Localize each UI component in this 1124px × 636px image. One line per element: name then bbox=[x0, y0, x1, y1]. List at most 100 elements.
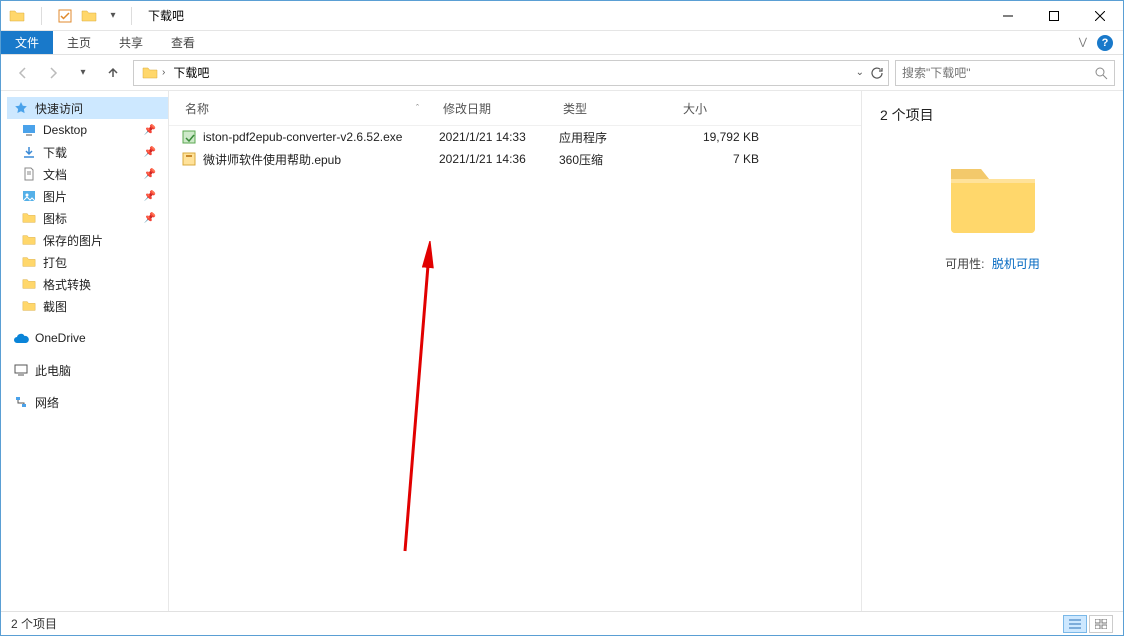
view-icons-button[interactable] bbox=[1089, 615, 1113, 633]
tab-view[interactable]: 查看 bbox=[157, 31, 209, 54]
sidebar-item-label: 截图 bbox=[43, 298, 67, 315]
sidebar-item-label: 下载 bbox=[43, 144, 67, 161]
collapse-ribbon-icon[interactable]: ⋁ bbox=[1079, 37, 1087, 48]
sidebar-item[interactable]: 文档 📌 bbox=[7, 163, 168, 185]
sidebar: 快速访问 Desktop 📌 下载 📌 文档 📌 图片📌图标📌 保存的图片打包格式转换截图 O… bbox=[1, 91, 169, 611]
nav-back-button[interactable] bbox=[9, 60, 37, 86]
folder-icon bbox=[21, 166, 37, 182]
file-row[interactable]: iston-pdf2epub-converter-v2.6.52.exe2021… bbox=[169, 126, 861, 148]
file-icon bbox=[181, 129, 197, 145]
help-icon[interactable]: ? bbox=[1097, 35, 1113, 51]
breadcrumb-root-icon[interactable]: › bbox=[138, 65, 169, 81]
sidebar-item-label: Desktop bbox=[43, 123, 87, 137]
file-row[interactable]: 微讲师软件使用帮助.epub 2021/1/21 14:36360压缩7 KB bbox=[169, 148, 861, 170]
sidebar-item[interactable]: 截图 bbox=[7, 295, 168, 317]
breadcrumb-label: 下载吧 bbox=[173, 64, 209, 81]
maximize-button[interactable] bbox=[1031, 1, 1077, 31]
search-input[interactable] bbox=[902, 66, 1094, 80]
address-bar[interactable]: › 下载吧 ⌄ bbox=[133, 60, 889, 86]
availability-label: 可用性: bbox=[945, 257, 984, 271]
sidebar-item-label: 快速访问 bbox=[35, 100, 83, 117]
search-box[interactable] bbox=[895, 60, 1115, 86]
status-text: 2 个项目 bbox=[11, 615, 57, 632]
sidebar-item[interactable]: 保存的图片 bbox=[7, 229, 168, 251]
nav-up-button[interactable] bbox=[99, 60, 127, 86]
col-name[interactable]: 名称ˆ bbox=[181, 97, 439, 119]
sidebar-quick-access[interactable]: 快速访问 bbox=[7, 97, 168, 119]
window-title: 下载吧 bbox=[148, 7, 184, 24]
pin-icon: 📌 bbox=[144, 125, 156, 136]
folder-icon bbox=[21, 144, 37, 160]
sidebar-item-label: 保存的图片 bbox=[43, 232, 103, 249]
sidebar-item[interactable]: 图片📌 bbox=[7, 185, 168, 207]
view-details-button[interactable] bbox=[1063, 615, 1087, 633]
file-name: 微讲师软件使用帮助.epub bbox=[203, 151, 341, 168]
file-size: 19,792 KB bbox=[679, 130, 769, 144]
minimize-button[interactable] bbox=[985, 1, 1031, 31]
pin-icon: 📌 bbox=[144, 147, 156, 158]
sidebar-item-label: OneDrive bbox=[35, 331, 86, 345]
nav-row: ▾ › 下载吧 ⌄ bbox=[1, 55, 1123, 91]
sidebar-item[interactable]: 下载 📌 bbox=[7, 141, 168, 163]
body: 快速访问 Desktop 📌 下载 📌 文档 📌 图片📌图标📌 保存的图片打包格式转换截图 O… bbox=[1, 91, 1123, 611]
folder-icon bbox=[21, 210, 37, 226]
sidebar-item-label: 网络 bbox=[35, 394, 59, 411]
qat-dropdown-icon[interactable]: ▾ bbox=[103, 6, 123, 26]
titlebar: ▾ 下载吧 bbox=[1, 1, 1123, 31]
onedrive-icon bbox=[13, 330, 29, 346]
pin-icon: 📌 bbox=[144, 169, 156, 180]
window-controls bbox=[985, 1, 1123, 31]
sort-indicator-icon: ˆ bbox=[416, 103, 419, 113]
folder-icon bbox=[21, 122, 37, 138]
preview-count: 2 个项目 bbox=[880, 105, 934, 125]
ribbon: 文件 主页 共享 查看 ⋁ ? bbox=[1, 31, 1123, 55]
sidebar-network[interactable]: 网络 bbox=[7, 391, 168, 413]
column-headers: 名称ˆ 修改日期 类型 大小 bbox=[169, 91, 861, 126]
tab-home[interactable]: 主页 bbox=[53, 31, 105, 54]
sidebar-onedrive[interactable]: OneDrive bbox=[7, 327, 168, 349]
breadcrumb-segment[interactable]: 下载吧 bbox=[169, 64, 213, 81]
file-size: 7 KB bbox=[679, 152, 769, 166]
network-icon bbox=[13, 394, 29, 410]
file-name: iston-pdf2epub-converter-v2.6.52.exe bbox=[203, 130, 402, 144]
nav-recent-dropdown[interactable]: ▾ bbox=[69, 60, 97, 86]
sidebar-item-label: 格式转换 bbox=[43, 276, 91, 293]
file-icon bbox=[181, 151, 197, 167]
sidebar-item[interactable]: Desktop 📌 bbox=[7, 119, 168, 141]
col-type[interactable]: 类型 bbox=[559, 97, 679, 119]
sidebar-item-label: 文档 bbox=[43, 166, 67, 183]
view-switcher bbox=[1063, 615, 1113, 633]
checkbox-icon[interactable] bbox=[55, 6, 75, 26]
nav-arrows: ▾ bbox=[9, 60, 127, 86]
ribbon-right: ⋁ ? bbox=[1079, 31, 1123, 54]
sidebar-item[interactable]: 格式转换 bbox=[7, 273, 168, 295]
large-folder-icon bbox=[945, 155, 1041, 235]
sidebar-this-pc[interactable]: 此电脑 bbox=[7, 359, 168, 381]
file-date: 2021/1/21 14:36 bbox=[439, 152, 559, 166]
tab-share[interactable]: 共享 bbox=[105, 31, 157, 54]
address-dropdown-icon[interactable]: ⌄ bbox=[856, 67, 864, 78]
refresh-icon[interactable] bbox=[870, 66, 884, 80]
pc-icon bbox=[13, 362, 29, 378]
nav-forward-button[interactable] bbox=[39, 60, 67, 86]
qat-divider bbox=[31, 6, 51, 26]
folder-icon bbox=[7, 6, 27, 26]
tab-file[interactable]: 文件 bbox=[1, 31, 53, 54]
sidebar-item-label: 打包 bbox=[43, 254, 67, 271]
file-type: 应用程序 bbox=[559, 129, 679, 146]
availability-value: 脱机可用 bbox=[992, 257, 1040, 271]
close-button[interactable] bbox=[1077, 1, 1123, 31]
file-type: 360压缩 bbox=[559, 151, 679, 168]
sidebar-item-label: 图标 bbox=[43, 210, 67, 227]
sidebar-item[interactable]: 图标📌 bbox=[7, 207, 168, 229]
col-date[interactable]: 修改日期 bbox=[439, 97, 559, 119]
quick-access-toolbar: ▾ 下载吧 bbox=[1, 6, 184, 26]
search-icon[interactable] bbox=[1094, 66, 1108, 80]
main: 名称ˆ 修改日期 类型 大小 iston-pdf2epub-converter-… bbox=[169, 91, 1123, 611]
sidebar-item-label: 此电脑 bbox=[35, 362, 71, 379]
sidebar-item[interactable]: 打包 bbox=[7, 251, 168, 273]
col-size[interactable]: 大小 bbox=[679, 97, 769, 119]
folder-icon bbox=[21, 254, 37, 270]
separator bbox=[131, 7, 132, 25]
folder-small-icon[interactable] bbox=[79, 6, 99, 26]
